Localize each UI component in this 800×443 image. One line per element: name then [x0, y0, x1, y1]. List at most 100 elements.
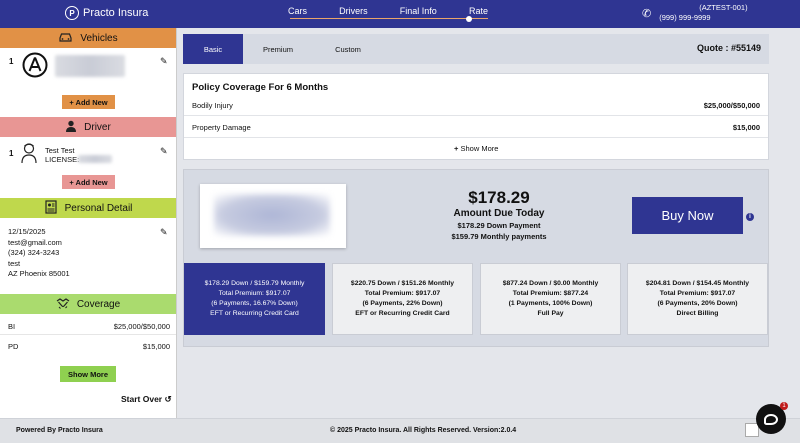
start-over-label: Start Over	[121, 394, 163, 404]
coverage-item-bi: BI $25,000/$50,000	[8, 322, 170, 331]
step-drivers[interactable]: Drivers	[339, 6, 368, 22]
add-vehicle-button[interactable]: + Add New	[62, 95, 115, 109]
personal-phone: (324) 324-3243	[8, 248, 60, 257]
plan-line: Total Premium: $917.07	[364, 290, 441, 297]
amount-due-block: $178.29 Amount Due Today $178.29 Down Pa…	[424, 188, 574, 242]
progress-line	[290, 18, 488, 19]
payment-plan-option[interactable]: $204.81 Down / $154.45 Monthly Total Pre…	[627, 263, 768, 335]
agent-id: (AZTEST-001)	[699, 3, 748, 12]
edit-personal-icon[interactable]: ✎	[160, 227, 168, 238]
driver-avatar-icon	[20, 142, 38, 166]
tab-custom[interactable]: Custom	[313, 34, 383, 64]
phone-icon: ✆	[642, 7, 652, 20]
tab-premium[interactable]: Premium	[243, 34, 313, 64]
info-icon[interactable]: i	[746, 213, 754, 221]
policy-value: $25,000/$50,000	[703, 101, 760, 110]
personal-detail-title: Personal Detail	[64, 202, 133, 214]
driver-license-label: LICENSE:	[45, 155, 80, 164]
plan-line: $178.29 Down / $159.79 Monthly	[204, 280, 305, 287]
sidebar: Vehicles 1 ✎ + Add New Driver 1 Test Tes…	[0, 28, 177, 418]
vehicle-brand-logo	[22, 52, 48, 80]
agent-phone[interactable]: (999) 999-9999	[659, 13, 747, 23]
plan-line: $877.24 Down / $0.00 Monthly	[502, 280, 599, 287]
coverage-item-pd: PD $15,000	[8, 342, 170, 351]
coverage-value: $25,000/$50,000	[113, 322, 170, 331]
driver-item-number: 1	[9, 149, 14, 158]
tab-basic[interactable]: Basic	[183, 34, 243, 64]
agent-contact: ✆ (AZTEST-001) (999) 999-9999	[642, 3, 748, 23]
add-driver-button[interactable]: + Add New	[62, 175, 115, 189]
progress-steps: Cars Drivers Final Info Rate	[288, 6, 488, 22]
chat-notification-badge: 1	[780, 402, 788, 410]
plan-line: Total Premium: $877.24	[512, 290, 589, 297]
plan-line: (1 Payments, 100% Down)	[508, 300, 593, 307]
monthly-payment-text: $159.79 Monthly payments	[451, 232, 547, 241]
policy-divider	[184, 115, 768, 116]
vehicles-header: Vehicles	[0, 28, 176, 48]
driver-license-redacted	[78, 155, 112, 163]
payment-plan-option[interactable]: $877.24 Down / $0.00 Monthly Total Premi…	[480, 263, 621, 335]
plus-icon: +	[454, 144, 459, 153]
personal-dob: 12/15/2025	[8, 227, 46, 236]
footer-copyright: © 2025 Practo Insura. All Rights Reserve…	[330, 427, 517, 434]
amount-due-value: $178.29	[468, 188, 530, 207]
coverage-value: $15,000	[142, 342, 170, 351]
payment-panel: $178.29 Amount Due Today $178.29 Down Pa…	[183, 169, 769, 347]
vehicle-details-redacted	[55, 55, 125, 77]
plan-line: Direct Billing	[676, 310, 719, 317]
plan-line: (6 Payments, 20% Down)	[657, 300, 738, 307]
person-icon	[65, 120, 77, 135]
plan-line: $220.75 Down / $151.26 Monthly	[350, 280, 455, 287]
vehicles-title: Vehicles	[80, 32, 118, 44]
down-payment-text: $178.29 Down Payment	[457, 221, 541, 230]
plan-line: Total Premium: $917.07	[218, 290, 291, 297]
plan-line: EFT or Recurring Credit Card	[210, 310, 299, 317]
insurer-logo-redacted	[214, 194, 330, 236]
brand-name: Practo Insura	[83, 7, 149, 19]
policy-coverage-card: Policy Coverage For 6 Months Bodily Inju…	[183, 73, 769, 160]
insurer-logo-card	[200, 184, 346, 248]
driver-title: Driver	[84, 121, 111, 133]
step-cars[interactable]: Cars	[288, 6, 307, 22]
coverage-label: PD	[8, 342, 19, 351]
plan-line: Full Pay	[537, 310, 564, 317]
plan-line: (6 Payments, 22% Down)	[362, 300, 443, 307]
buy-now-button[interactable]: Buy Now	[632, 197, 743, 234]
payment-plan-option[interactable]: $178.29 Down / $159.79 Monthly Total Pre…	[184, 263, 325, 335]
start-over-button[interactable]: Start Over ↺	[121, 394, 172, 405]
top-navbar: P Practo Insura Cars Drivers Final Info …	[0, 0, 800, 28]
amount-due-label: Amount Due Today	[453, 208, 545, 219]
coverage-show-more-button[interactable]: Show More	[60, 366, 116, 382]
personal-address: AZ Phoenix 85001	[8, 269, 70, 278]
policy-row-property-damage: Property Damage $15,000	[192, 123, 760, 132]
logo-mark-icon: P	[65, 6, 79, 20]
step-final-info[interactable]: Final Info	[400, 6, 437, 22]
footer-powered-by: Powered By Practo Insura	[16, 427, 103, 434]
plan-line: $204.81 Down / $154.45 Monthly	[645, 280, 750, 287]
policy-label: Bodily Injury	[192, 101, 233, 110]
plan-line: EFT or Recurring Credit Card	[355, 310, 450, 317]
policy-show-more-label: Show More	[460, 144, 499, 153]
payment-plan-option[interactable]: $220.75 Down / $151.26 Monthly Total Pre…	[332, 263, 473, 335]
progress-current-dot	[466, 15, 472, 22]
driver-name: Test Test	[45, 146, 75, 155]
vehicle-item-number: 1	[9, 57, 14, 66]
coverage-title: Coverage	[76, 298, 121, 310]
policy-title: Policy Coverage For 6 Months	[192, 82, 329, 93]
plan-tabs: Basic Premium Custom Quote : #55149	[183, 34, 769, 64]
car-icon	[58, 32, 73, 45]
document-icon	[44, 199, 58, 217]
personal-detail-header: Personal Detail	[0, 198, 176, 218]
edit-driver-icon[interactable]: ✎	[160, 146, 168, 157]
handshake-icon	[56, 297, 70, 312]
personal-name: test	[8, 258, 21, 268]
personal-detail-block: 12/15/2025 test@gmail.com (324) 324-3243…	[8, 227, 70, 280]
coverage-label: BI	[8, 322, 16, 331]
main-content: Basic Premium Custom Quote : #55149 Poli…	[177, 28, 800, 418]
policy-show-more-button[interactable]: + Show More	[454, 144, 498, 153]
personal-email: test@gmail.com	[8, 237, 62, 247]
policy-divider	[184, 137, 768, 138]
edit-vehicle-icon[interactable]: ✎	[160, 56, 168, 67]
quote-number: Quote : #55149	[696, 43, 761, 53]
brand-logo[interactable]: P Practo Insura	[65, 6, 148, 20]
